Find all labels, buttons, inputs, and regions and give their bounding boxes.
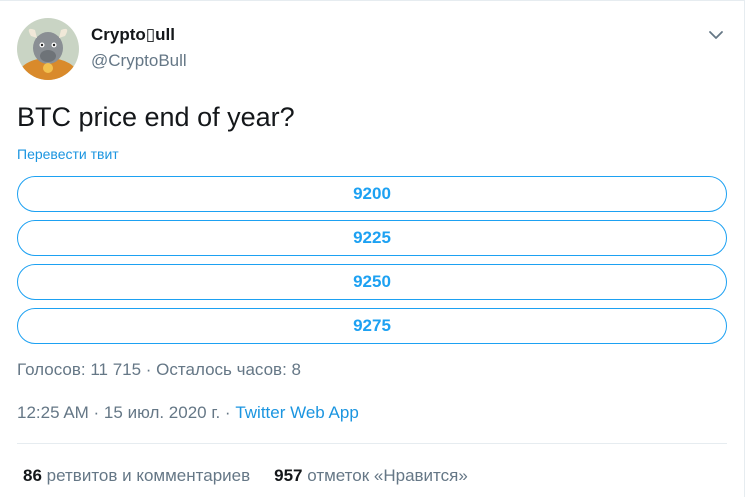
translate-tweet-link[interactable]: Перевести твит [17,146,119,162]
bull-avatar-icon [17,18,79,80]
poll-options: 9200 9225 9250 9275 [17,176,727,352]
poll-option-4[interactable]: 9275 [17,308,727,344]
likes-count: 957 [274,466,303,485]
retweets-count: 86 [23,466,42,485]
poll-option-1[interactable]: 9200 [17,176,727,212]
poll-option-3[interactable]: 9250 [17,264,727,300]
tweet-timestamp: 12:25 AM · 15 июл. 2020 г. · Twitter Web… [17,403,359,423]
likes-stat[interactable]: 957 отметок «Нравится» [274,466,468,485]
retweets-label: ретвитов и комментариев [46,466,251,485]
tweet-stats: 86 ретвитов и комментариев 957 отметок «Н… [23,466,468,486]
author-handle[interactable]: @CryptoBull [91,51,187,71]
tweet-menu-button[interactable] [706,25,726,45]
tweet-text: BTC price end of year? [17,102,295,132]
author-name[interactable]: Crypto▯ull [91,25,175,45]
divider [17,443,727,444]
poll-option-2[interactable]: 9225 [17,220,727,256]
likes-label: отметок «Нравится» [307,466,468,485]
chevron-down-icon [709,31,723,39]
tweet-source-link[interactable]: Twitter Web App [235,403,358,422]
poll-summary: Голосов: 11 715 · Осталось часов: 8 [17,360,301,379]
retweets-stat[interactable]: 86 ретвитов и комментариев [23,466,250,485]
tweet-time[interactable]: 12:25 AM · 15 июл. 2020 г. · [17,403,235,422]
avatar[interactable] [17,18,79,80]
tweet-card: Crypto▯ull @CryptoBull BTC price end of … [0,0,745,497]
